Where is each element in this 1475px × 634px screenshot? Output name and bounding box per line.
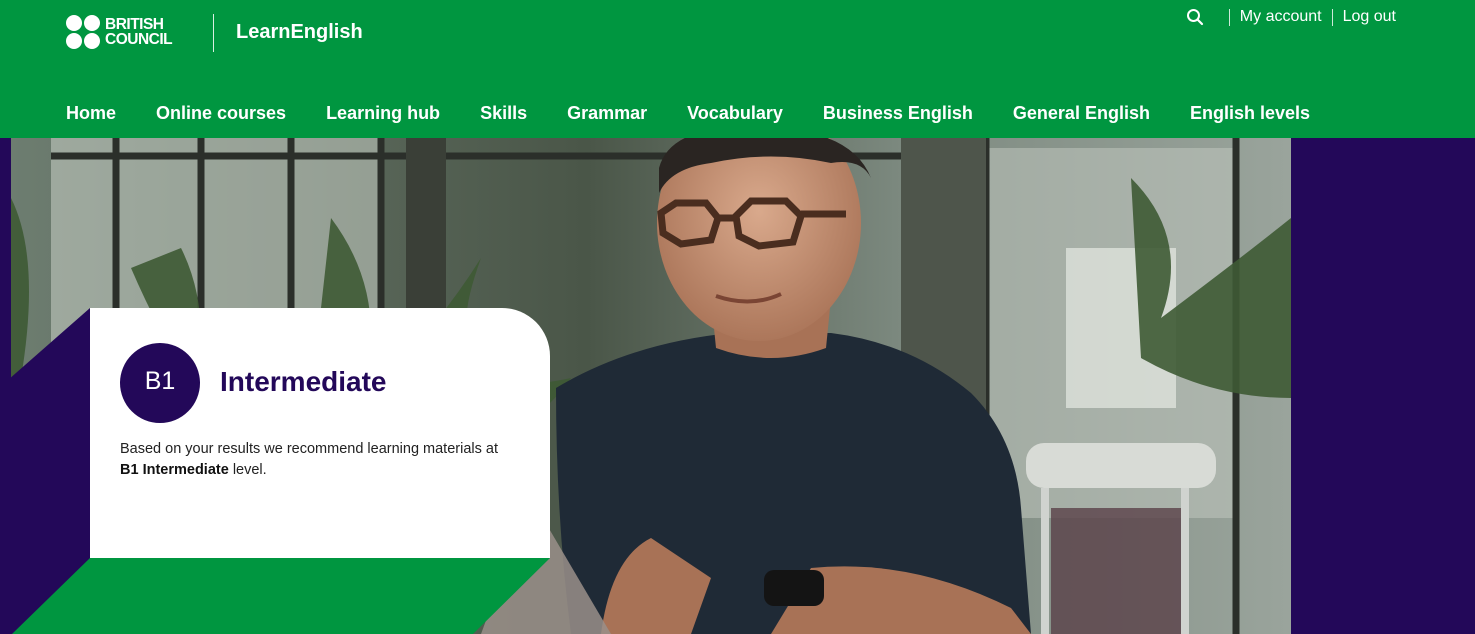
my-account-link[interactable]: My account	[1240, 8, 1322, 26]
level-result-hero: B1 Intermediate Based on your results we…	[0, 138, 1475, 634]
log-out-link[interactable]: Log out	[1343, 8, 1396, 26]
logo-dots-icon	[66, 15, 100, 49]
search-icon[interactable]	[1185, 7, 1205, 27]
site-header: BRITISH COUNCIL LearnEnglish My account …	[0, 0, 1475, 138]
level-desc-prefix: Based on your results we recommend learn…	[120, 441, 498, 457]
logo-divider	[213, 14, 214, 52]
logo-line-1: BRITISH	[105, 16, 164, 33]
site-name-link[interactable]: LearnEnglish	[236, 21, 363, 44]
nav-item-home[interactable]: Home	[66, 103, 116, 124]
logo-wordmark: BRITISH COUNCIL	[105, 16, 173, 48]
nav-item-skills[interactable]: Skills	[480, 103, 527, 124]
level-desc-suffix: level.	[228, 462, 267, 478]
nav-item-general-english[interactable]: General English	[1013, 103, 1150, 124]
utility-divider	[1228, 8, 1230, 26]
main-nav: Home Online courses Learning hub Skills …	[66, 103, 1350, 124]
level-title: Intermediate	[220, 366, 387, 397]
utility-bar: My account Log out	[1185, 7, 1396, 27]
nav-item-online-courses[interactable]: Online courses	[156, 103, 286, 124]
nav-item-learning-hub[interactable]: Learning hub	[326, 103, 440, 124]
logo-line-2: COUNCIL	[105, 31, 173, 48]
level-result-card: B1 Intermediate Based on your results we…	[90, 308, 550, 558]
utility-divider	[1331, 8, 1333, 26]
level-desc-bold: B1 Intermediate	[120, 462, 229, 478]
nav-item-business-english[interactable]: Business English	[823, 103, 973, 124]
nav-item-vocabulary[interactable]: Vocabulary	[687, 103, 783, 124]
level-description: Based on your results we recommend learn…	[120, 439, 520, 481]
level-badge: B1	[120, 343, 200, 423]
british-council-logo[interactable]: BRITISH COUNCIL	[66, 15, 173, 49]
nav-item-grammar[interactable]: Grammar	[567, 103, 647, 124]
nav-item-english-levels[interactable]: English levels	[1190, 103, 1310, 124]
